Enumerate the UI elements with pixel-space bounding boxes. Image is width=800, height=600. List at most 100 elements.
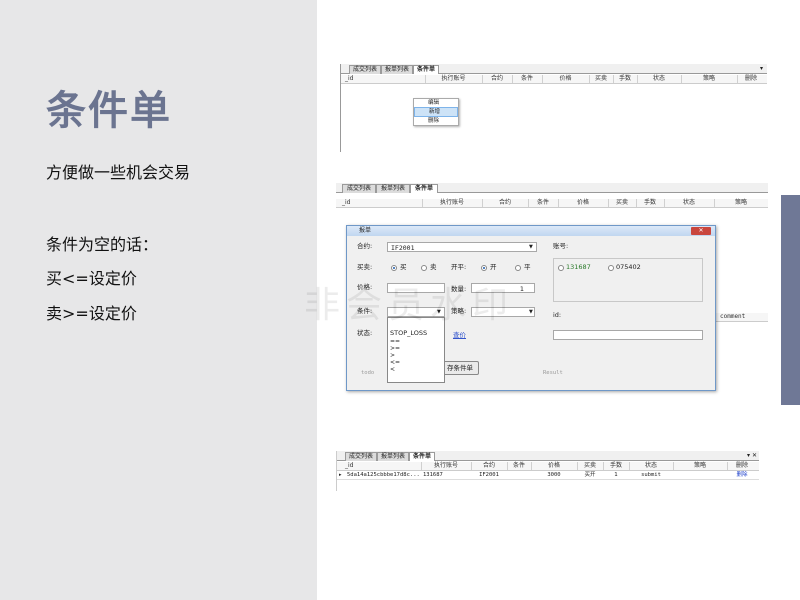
panel-controls[interactable]: ▾ ✕ bbox=[747, 451, 757, 460]
menu-item-delete[interactable]: 删除 bbox=[414, 117, 458, 125]
tab-strip-3: 成交列表 报单列表 条件单 ▾ ✕ bbox=[337, 451, 759, 461]
col-status: 状态 bbox=[664, 199, 715, 207]
tab-trades[interactable]: 成交列表 bbox=[349, 65, 381, 74]
slide-text-1: 方便做一些机会交易 bbox=[46, 163, 191, 182]
screenshot-conditional-row: 成交列表 报单列表 条件单 ▾ ✕ _id 执行账号 合约 条件 价格 买卖 手… bbox=[336, 451, 759, 491]
col-id: _id bbox=[345, 75, 426, 83]
col-status: 状态 bbox=[637, 75, 682, 83]
col-qty: 手数 bbox=[603, 462, 630, 470]
col-qty: 手数 bbox=[636, 199, 665, 207]
cond-option[interactable]: > bbox=[388, 352, 444, 359]
delete-link[interactable]: 删除 bbox=[727, 471, 757, 479]
col-bs: 买卖 bbox=[577, 462, 604, 470]
col-price: 价格 bbox=[558, 199, 609, 207]
col-price: 价格 bbox=[542, 75, 590, 83]
cond-option[interactable]: == bbox=[388, 338, 444, 345]
account-group: 131687 075402 bbox=[553, 258, 703, 302]
watermark: 非会员水印 bbox=[304, 285, 515, 326]
bs-label: 买卖: bbox=[357, 263, 373, 271]
buy-radio[interactable] bbox=[391, 265, 397, 271]
close-label: 平 bbox=[524, 263, 531, 271]
col-exec: 执行账号 bbox=[421, 462, 472, 470]
col-bs: 买卖 bbox=[589, 75, 614, 83]
open-label: 开 bbox=[490, 263, 497, 271]
col-strategy: 策略 bbox=[734, 199, 747, 206]
id-input[interactable] bbox=[553, 330, 703, 340]
slide-text-2: 条件为空的话： bbox=[46, 235, 159, 254]
cell-exec: 131687 bbox=[423, 472, 443, 478]
col-contract: 合约 bbox=[471, 462, 508, 470]
account-1-label: 131687 bbox=[566, 263, 591, 271]
col-exec: 执行账号 bbox=[425, 75, 483, 83]
table-row[interactable]: ▸ 5da14a125cbbbe17d8c... 131687 IF2001 3… bbox=[337, 471, 759, 480]
open-radio[interactable] bbox=[481, 265, 487, 271]
cell-cond bbox=[507, 471, 531, 479]
col-id: _id bbox=[345, 462, 422, 470]
menu-item-add[interactable]: 新增 bbox=[414, 107, 458, 117]
tab-strip-2: 成交列表 报单列表 条件单 bbox=[336, 183, 768, 193]
account-label: 账号: bbox=[553, 242, 569, 250]
contract-label: 合约: bbox=[357, 242, 373, 250]
col-cond: 条件 bbox=[507, 462, 532, 470]
col-contract: 合约 bbox=[482, 75, 513, 83]
tab-trades[interactable]: 成交列表 bbox=[342, 184, 376, 193]
col-status: 状态 bbox=[629, 462, 674, 470]
dialog-title: 报单 bbox=[347, 226, 715, 236]
tab-orders[interactable]: 报单列表 bbox=[377, 452, 409, 461]
menu-item-edit[interactable]: 编辑 bbox=[414, 99, 458, 107]
table-header: _id 执行账号 合约 条件 价格 买卖 手数 状态 策略 删除 bbox=[341, 75, 767, 84]
cell-contract: IF2001 bbox=[479, 472, 499, 478]
row-indicator-icon: ▸ bbox=[339, 472, 342, 478]
col-price: 价格 bbox=[531, 462, 578, 470]
table-header: _id 执行账号 合约 条件 价格 买卖 手数 状态 策略 bbox=[336, 199, 768, 208]
cond-option[interactable]: >= bbox=[388, 345, 444, 352]
chevron-down-icon: ▼ bbox=[529, 309, 533, 315]
chevron-down-icon: ▼ bbox=[529, 244, 533, 250]
cell-price: 3000 bbox=[547, 472, 561, 478]
slide-text-4: 卖>=设定价 bbox=[46, 304, 137, 323]
contract-select[interactable]: IF2001 bbox=[387, 242, 537, 252]
tab-conditional[interactable]: 条件单 bbox=[410, 184, 438, 193]
tab-conditional[interactable]: 条件单 bbox=[413, 65, 439, 74]
cell-bs: 买开 bbox=[584, 472, 596, 478]
col-delete: 删除 bbox=[735, 462, 748, 469]
tab-conditional[interactable]: 条件单 bbox=[409, 452, 435, 461]
sell-radio[interactable] bbox=[421, 265, 427, 271]
result-text: Result bbox=[543, 370, 563, 376]
account-2-label: 075402 bbox=[616, 263, 641, 271]
slide-title: 条件单 bbox=[46, 88, 172, 134]
slide-text-3: 买<=设定价 bbox=[46, 269, 137, 288]
col-cond: 条件 bbox=[512, 75, 543, 83]
cond-option[interactable]: <= bbox=[388, 359, 444, 366]
screenshot-conditional-list: 成交列表 报单列表 条件单 ▾ _id 执行账号 合约 条件 价格 买卖 手数 … bbox=[340, 64, 767, 152]
todo-text: todo bbox=[361, 370, 375, 376]
col-delete: 删除 bbox=[744, 75, 757, 82]
cond-option[interactable]: STOP_LOSS bbox=[388, 328, 444, 338]
col-qty: 手数 bbox=[613, 75, 638, 83]
tab-orders[interactable]: 报单列表 bbox=[381, 65, 413, 74]
col-comment: comment bbox=[720, 313, 746, 320]
tab-strip: 成交列表 报单列表 条件单 ▾ bbox=[341, 64, 767, 74]
col-contract: 合约 bbox=[482, 199, 529, 207]
dropdown-icon[interactable]: ▾ bbox=[760, 64, 763, 73]
col-id: _id bbox=[342, 199, 423, 207]
tab-orders[interactable]: 报单列表 bbox=[376, 184, 410, 193]
close-icon[interactable]: ✕ bbox=[691, 227, 711, 235]
sell-label: 卖 bbox=[430, 263, 437, 271]
cond-option[interactable]: < bbox=[388, 366, 444, 373]
tab-trades[interactable]: 成交列表 bbox=[345, 452, 377, 461]
price-query-link[interactable]: 查价 bbox=[453, 330, 466, 340]
col-strategy: 策略 bbox=[673, 462, 728, 470]
save-conditional-button[interactable]: 存条件单 bbox=[441, 361, 479, 375]
cell-id: 5da14a125cbbbe17d8c... bbox=[347, 472, 420, 478]
close-radio[interactable] bbox=[515, 265, 521, 271]
account-radio-1[interactable] bbox=[558, 265, 564, 271]
buy-label: 买 bbox=[400, 263, 407, 271]
account-radio-2[interactable] bbox=[608, 265, 614, 271]
cell-qty: 1 bbox=[614, 472, 618, 478]
col-bs: 买卖 bbox=[608, 199, 637, 207]
context-menu: 编辑 新增 删除 bbox=[413, 98, 459, 126]
id-label: id: bbox=[553, 311, 562, 319]
cell-status: submit bbox=[641, 472, 661, 478]
table-header: _id 执行账号 合约 条件 价格 买卖 手数 状态 策略 删除 bbox=[337, 462, 759, 471]
